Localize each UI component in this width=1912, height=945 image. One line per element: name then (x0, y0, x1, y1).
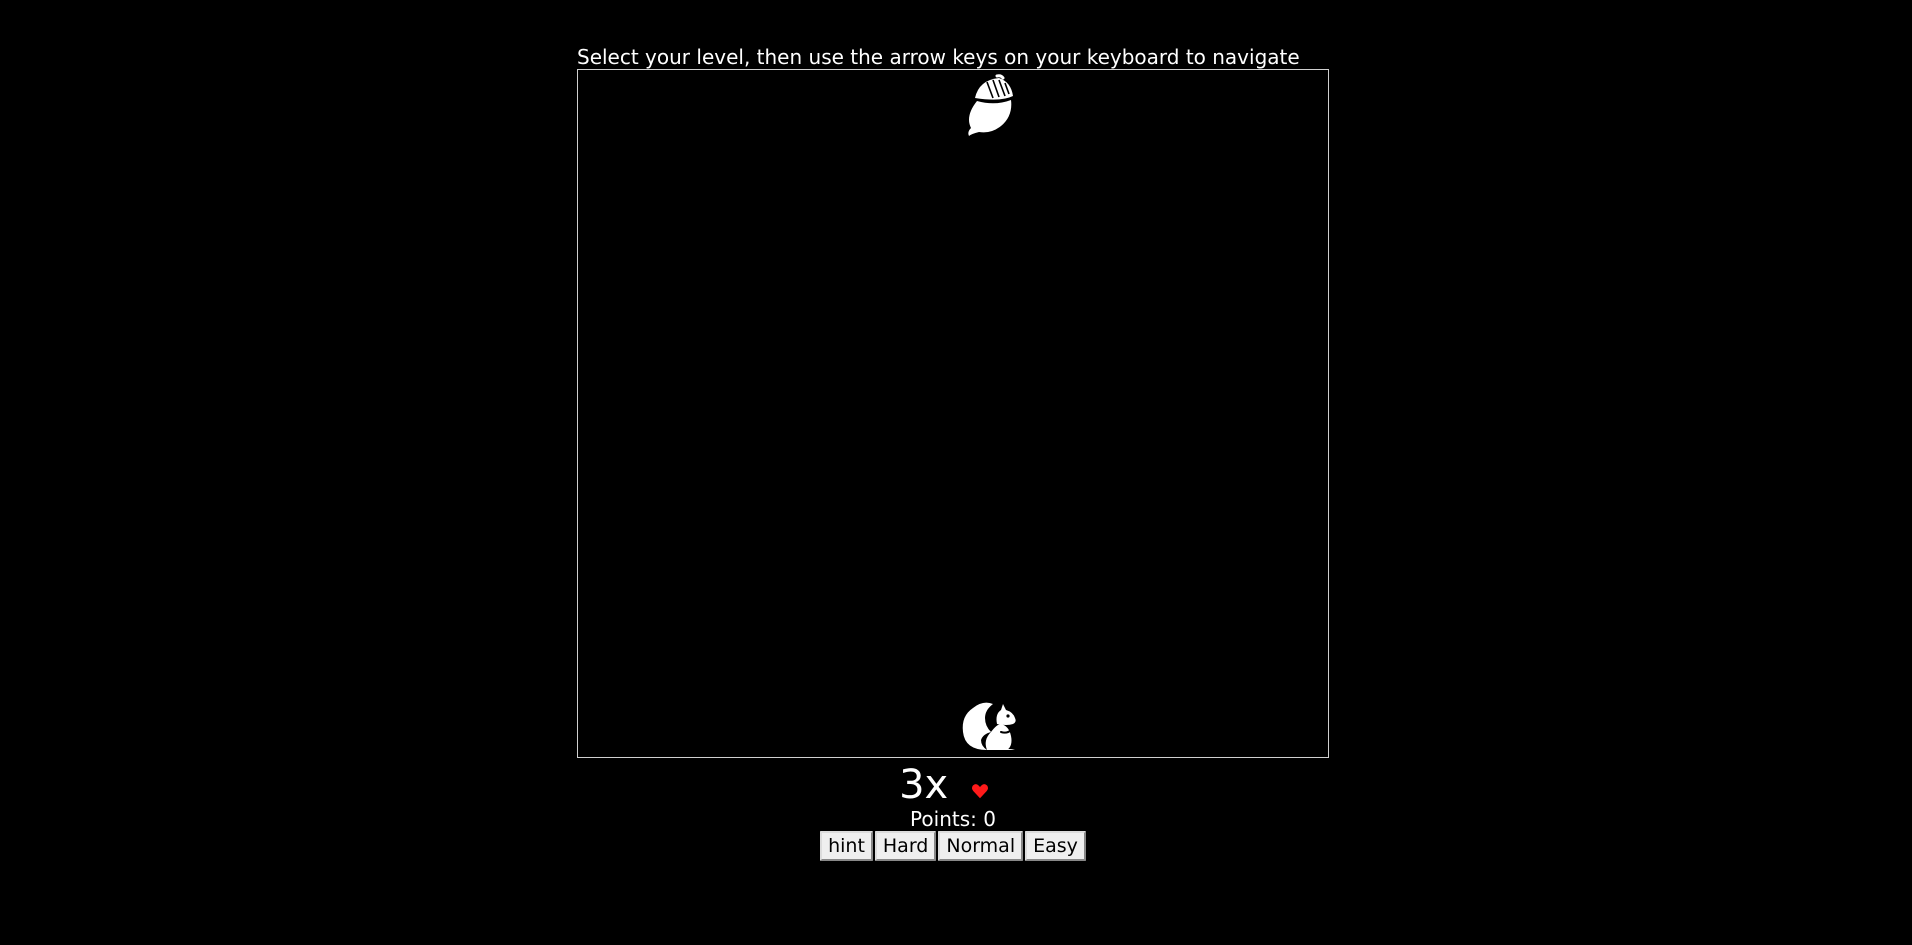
acorn-icon (968, 74, 1013, 136)
game-board[interactable] (577, 69, 1329, 758)
hard-level-button[interactable]: Hard (874, 831, 937, 861)
hint-button[interactable]: hint (820, 831, 873, 861)
normal-level-button[interactable]: Normal (938, 831, 1024, 861)
heart-icon (971, 784, 988, 799)
level-controls: hint Hard Normal Easy (577, 831, 1329, 861)
easy-level-button[interactable]: Easy (1025, 831, 1086, 861)
squirrel-icon (962, 702, 1016, 750)
lives-display: 3x (577, 758, 1329, 808)
points-display: Points: 0 (910, 807, 996, 831)
instructions-text: Select your level, then use the arrow ke… (577, 45, 1300, 69)
lives-count: 3x (899, 762, 949, 808)
